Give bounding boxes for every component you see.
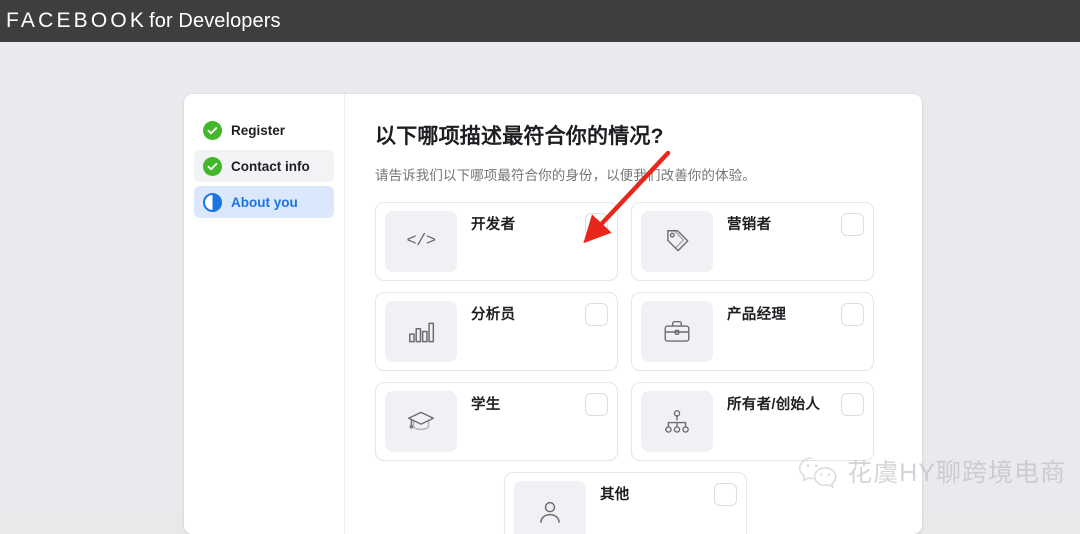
option-card-analyst[interactable]: 分析员 (375, 292, 618, 371)
brand-facebook-text: FACEBOOK (6, 9, 147, 32)
option-card-student[interactable]: 学生 (375, 382, 618, 461)
option-label: 其他 (586, 473, 714, 504)
check-circle-icon (203, 121, 222, 140)
brand-for-developers-text: for Developers (149, 10, 280, 32)
sidebar-item-label: About you (231, 195, 298, 210)
option-checkbox[interactable] (585, 213, 608, 236)
half-circle-icon (203, 193, 222, 212)
graduation-cap-icon (385, 391, 457, 452)
option-label: 学生 (457, 383, 585, 414)
wechat-watermark: 花虞HY聊跨境电商 (798, 453, 1066, 489)
org-chart-icon (641, 391, 713, 452)
option-checkbox[interactable] (841, 303, 864, 326)
briefcase-icon (641, 301, 713, 362)
option-label: 所有者/创始人 (713, 383, 841, 414)
sidebar-item-contact-info[interactable]: Contact info (194, 150, 334, 182)
option-label: 产品经理 (713, 293, 841, 324)
option-checkbox[interactable] (585, 393, 608, 416)
check-circle-icon (203, 157, 222, 176)
option-label: 分析员 (457, 293, 585, 324)
page-subtitle: 请告诉我们以下哪项最符合你的身份，以便我们改善你的体验。 (375, 164, 898, 184)
option-checkbox[interactable] (841, 393, 864, 416)
bar-chart-icon (385, 301, 457, 362)
option-card-other[interactable]: 其他 (504, 472, 747, 534)
option-card-product-manager[interactable]: 产品经理 (631, 292, 874, 371)
sidebar-item-about-you[interactable]: About you (194, 186, 334, 218)
wechat-icon (798, 455, 838, 488)
facebook-for-developers-logo[interactable]: FACEBOOKfor Developers (0, 9, 281, 33)
option-card-owner-founder[interactable]: 所有者/创始人 (631, 382, 874, 461)
person-icon (514, 481, 586, 534)
top-header-bar: FACEBOOKfor Developers (0, 0, 1080, 42)
price-tag-icon (641, 211, 713, 272)
sidebar-item-register[interactable]: Register (194, 114, 334, 146)
option-checkbox[interactable] (714, 483, 737, 506)
option-checkbox[interactable] (585, 303, 608, 326)
option-card-marketer[interactable]: 营销者 (631, 202, 874, 281)
option-label: 开发者 (457, 203, 585, 234)
page-title: 以下哪项描述最符合你的情况? (375, 120, 898, 150)
option-card-developer[interactable]: </> 开发者 (375, 202, 618, 281)
option-checkbox[interactable] (841, 213, 864, 236)
code-icon: </> (385, 211, 457, 272)
option-label: 营销者 (713, 203, 841, 234)
stepper-sidebar: Register Contact info About you (184, 94, 345, 534)
sidebar-item-label: Register (231, 123, 285, 138)
sidebar-item-label: Contact info (231, 159, 310, 174)
watermark-text: 花虞HY聊跨境电商 (847, 453, 1066, 489)
